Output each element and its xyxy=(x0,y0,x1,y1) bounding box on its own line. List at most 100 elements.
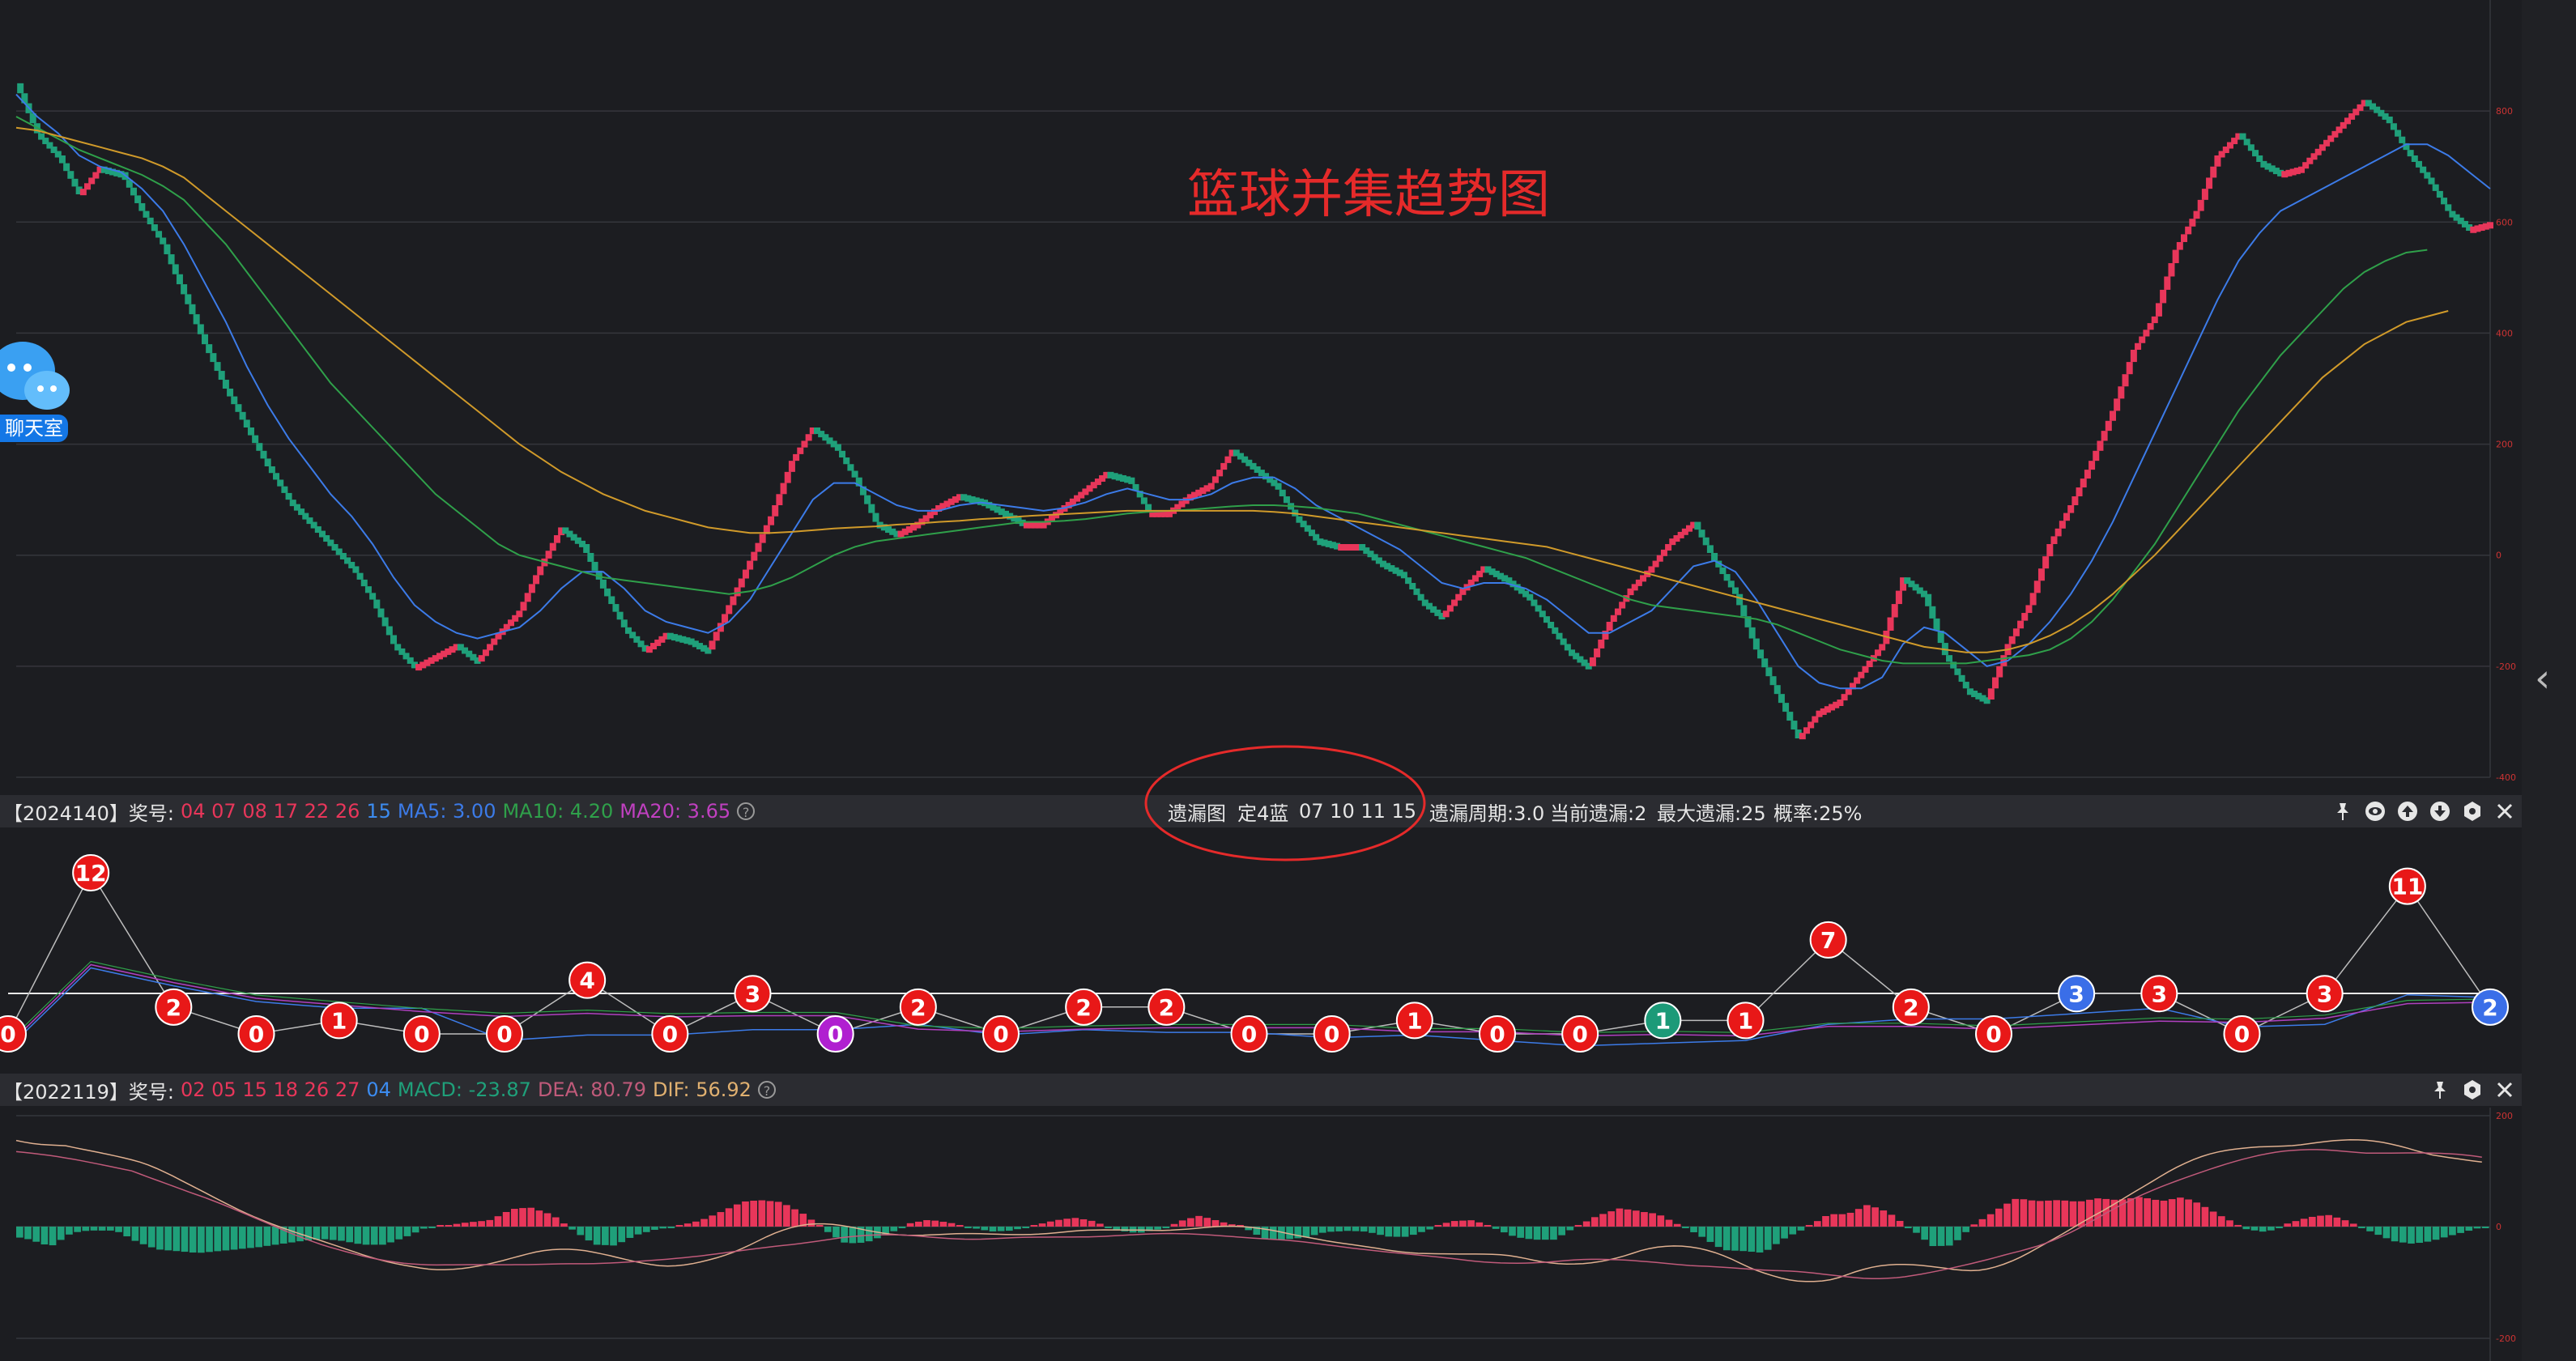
candle xyxy=(2109,410,2116,421)
candle xyxy=(1958,674,1965,683)
candle xyxy=(2118,386,2125,399)
eye-icon[interactable] xyxy=(2365,801,2386,822)
candle xyxy=(2008,636,2016,644)
candle xyxy=(2059,521,2066,529)
macd-bar xyxy=(2144,1198,2151,1227)
macd-bar xyxy=(1211,1220,1220,1227)
macd-bar xyxy=(1450,1221,1458,1227)
macd-bar xyxy=(1055,1219,1062,1227)
macd-bar xyxy=(568,1227,576,1230)
candle xyxy=(1786,712,1794,721)
omission-marker-label: 0 xyxy=(1986,1021,2001,1048)
candle xyxy=(537,566,544,576)
candle xyxy=(1740,605,1748,617)
candle xyxy=(2050,536,2058,544)
macd-bar xyxy=(1649,1213,1656,1227)
macd-bar xyxy=(585,1227,593,1241)
candle xyxy=(1564,644,1571,651)
candle xyxy=(797,447,804,454)
macd-bar xyxy=(1854,1209,1863,1227)
candle xyxy=(1535,605,1542,612)
candle xyxy=(772,505,779,517)
omission-marker-label: 2 xyxy=(1159,994,1174,1021)
macd-bar xyxy=(1517,1227,1525,1238)
candle xyxy=(356,572,364,580)
candle xyxy=(2101,431,2108,441)
move-down-icon[interactable] xyxy=(2429,801,2450,822)
pin-icon[interactable] xyxy=(2332,801,2353,822)
macd-bar xyxy=(1838,1214,1846,1227)
macd-bar xyxy=(1022,1227,1030,1228)
candle xyxy=(1866,661,1873,667)
candle xyxy=(256,443,263,451)
macd-bar xyxy=(403,1227,411,1236)
candle xyxy=(759,534,766,543)
macd-bar xyxy=(1781,1227,1788,1239)
candle xyxy=(2143,330,2150,337)
macd-settings-icon[interactable] xyxy=(2462,1079,2483,1100)
candle xyxy=(1719,567,1727,575)
candle xyxy=(1526,593,1534,601)
candle xyxy=(88,177,96,185)
macd-bar xyxy=(304,1227,313,1240)
macd-bar xyxy=(1995,1208,2003,1227)
candle xyxy=(768,516,775,525)
settings-icon[interactable] xyxy=(2462,801,2483,822)
close-icon[interactable] xyxy=(2494,801,2515,822)
macd-award-label: 奖号: xyxy=(128,1080,174,1104)
macd-bar xyxy=(1318,1227,1326,1233)
macd-bar xyxy=(395,1227,403,1240)
candle xyxy=(214,362,221,372)
candle xyxy=(2399,136,2406,143)
macd-bar xyxy=(989,1227,997,1231)
candle xyxy=(742,569,749,579)
candle xyxy=(385,626,393,636)
candle xyxy=(63,163,70,172)
candle xyxy=(130,187,137,196)
macd-bar xyxy=(683,1223,692,1227)
candle xyxy=(2487,222,2493,229)
omission-marker-label: 11 xyxy=(2391,874,2423,900)
candle xyxy=(247,427,254,436)
candle xyxy=(2114,398,2121,411)
omission-help-icon[interactable]: ? xyxy=(737,802,756,820)
chat-room-button[interactable]: 聊天室 xyxy=(0,332,73,445)
macd-bar xyxy=(1088,1220,1096,1227)
y-tick-label: -200 xyxy=(2496,661,2516,672)
macd-bar xyxy=(1690,1227,1697,1232)
candle xyxy=(2386,117,2393,124)
macd-pin-icon[interactable] xyxy=(2429,1079,2450,1100)
candle xyxy=(2432,184,2439,191)
omission-marker-label: 0 xyxy=(1489,1021,1505,1048)
candle xyxy=(1711,552,1718,561)
candle xyxy=(2256,155,2263,162)
macd-bar xyxy=(32,1227,40,1242)
candle xyxy=(1602,630,1609,640)
candle xyxy=(1723,574,1731,581)
macd-bar xyxy=(1434,1225,1442,1227)
collapse-panel-icon[interactable]: ‹ xyxy=(2535,656,2550,701)
macd-bar xyxy=(618,1227,626,1243)
candle xyxy=(2164,276,2171,290)
move-up-icon[interactable] xyxy=(2397,801,2418,822)
macd-close-icon[interactable] xyxy=(2494,1079,2515,1100)
candle xyxy=(1145,504,1152,511)
candle xyxy=(281,486,288,493)
macd-bar xyxy=(1566,1227,1574,1231)
macd-bar xyxy=(898,1227,906,1228)
macd-help-icon[interactable]: ? xyxy=(757,1081,776,1099)
macd-bar xyxy=(1501,1227,1508,1233)
macd-bar xyxy=(411,1227,419,1233)
macd-bar xyxy=(1756,1227,1764,1253)
macd-bar xyxy=(815,1225,824,1227)
candle xyxy=(2181,234,2188,242)
macd-bar xyxy=(1805,1225,1813,1227)
macd-bar xyxy=(1913,1227,1920,1233)
macd-bar xyxy=(602,1227,609,1245)
candle xyxy=(227,389,234,397)
macd-bar xyxy=(2053,1200,2060,1227)
macd-bar xyxy=(1904,1227,1912,1228)
candle xyxy=(71,178,79,187)
macd-bar xyxy=(758,1200,766,1227)
macd-bar xyxy=(890,1227,898,1231)
